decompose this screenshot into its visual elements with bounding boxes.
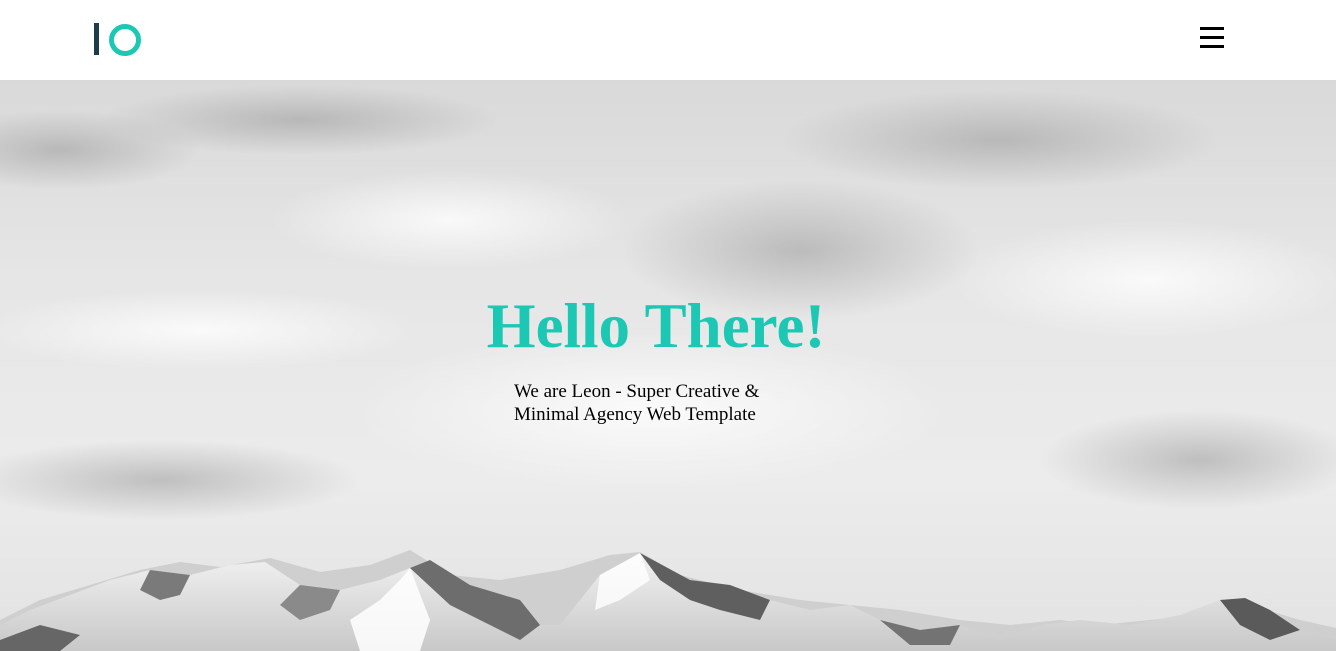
hero-title: Hello There! [486, 291, 826, 361]
hero-content: Hello There! We are Leon - Super Creativ… [0, 80, 1336, 651]
hamburger-menu-icon[interactable] [1198, 25, 1226, 51]
logo-bar-icon [94, 23, 99, 55]
menu-line [1200, 27, 1224, 30]
hero-subtitle-line: We are Leon - Super Creative & [514, 381, 760, 402]
hero-section: Hello There! We are Leon - Super Creativ… [0, 80, 1336, 651]
hero-subtitle-line: Minimal Agency Web Template [514, 404, 756, 425]
menu-line [1200, 45, 1224, 48]
logo-ring-icon [109, 24, 141, 56]
menu-line [1200, 36, 1224, 39]
site-logo[interactable] [94, 23, 146, 57]
hero-subtitle: We are Leon - Super Creative & Minimal A… [514, 380, 794, 426]
site-header [0, 0, 1336, 80]
